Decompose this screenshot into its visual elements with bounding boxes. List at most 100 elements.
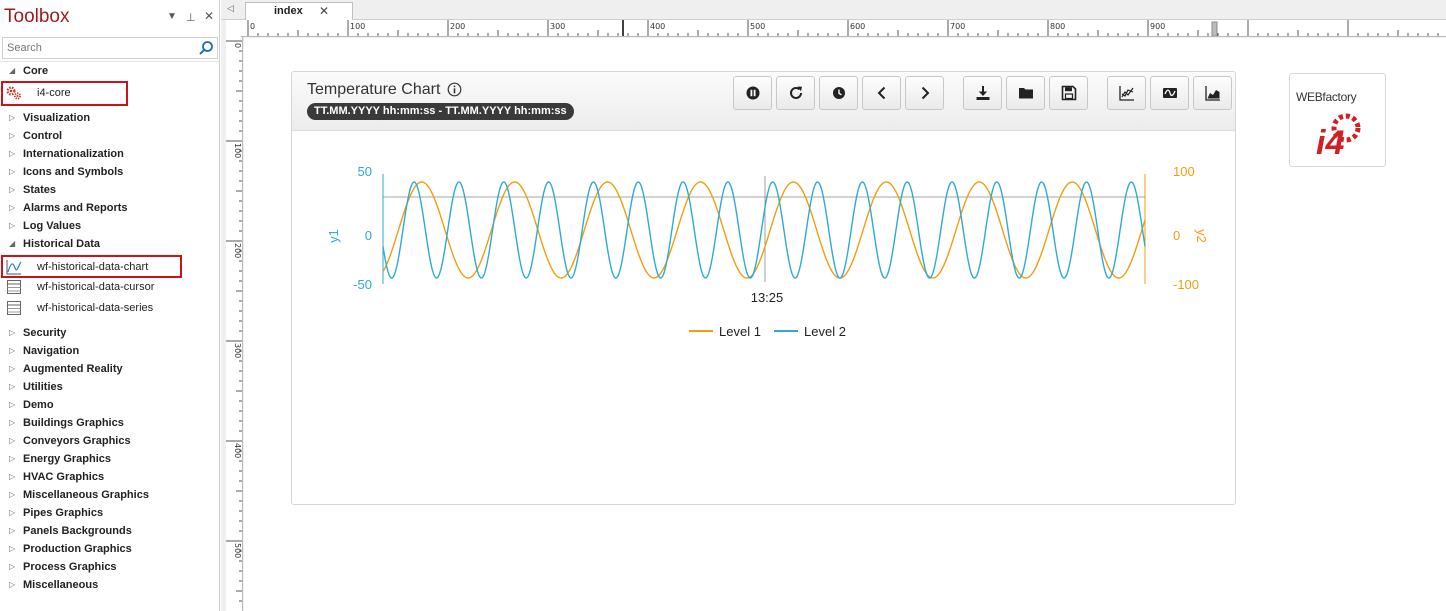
export-button[interactable]	[963, 76, 1002, 110]
collapsed-arrow-icon: ▷	[9, 203, 16, 212]
category-label: Panels Backgrounds	[23, 525, 132, 537]
ruler-label: 800	[1050, 22, 1065, 31]
pin-icon[interactable]: ⊥	[186, 11, 196, 24]
category-label: Demo	[23, 399, 54, 411]
expanded-arrow-icon: ◢	[9, 239, 16, 248]
category-navigation[interactable]: ▷ Navigation	[0, 342, 219, 360]
refresh-button[interactable]	[776, 76, 815, 110]
category-energy-graphics[interactable]: ▷ Energy Graphics	[0, 450, 219, 468]
category-label: States	[23, 184, 57, 196]
axes-button[interactable]	[1150, 76, 1189, 110]
webfactory-logo-text: WEBfactory	[1296, 90, 1357, 104]
clock-icon	[833, 87, 845, 99]
category-label: Energy Graphics	[23, 453, 112, 465]
next-button[interactable]	[905, 76, 944, 110]
category-label: Navigation	[23, 345, 80, 357]
chart-title: Temperature Chart	[307, 81, 441, 98]
historical-data-chart-widget[interactable]: Temperature Chart TT.MM.YYYY hh:mm:ss - …	[291, 71, 1236, 505]
tab-index[interactable]: index ✕	[245, 2, 353, 21]
collapsed-arrow-icon: ▷	[9, 149, 16, 158]
category-miscellaneous-graphics[interactable]: ▷ Miscellaneous Graphics	[0, 486, 219, 504]
category-historical-data[interactable]: ◢ Historical Data	[0, 235, 219, 253]
search-input[interactable]	[7, 40, 193, 56]
category-process-graphics[interactable]: ▷ Process Graphics	[0, 558, 219, 576]
category-security[interactable]: ▷ Security	[0, 324, 219, 342]
toolbox-item-historical-data-series[interactable]: wf-historical-data-series	[0, 298, 219, 318]
category-label: Utilities	[23, 381, 63, 393]
category-utilities[interactable]: ▷ Utilities	[0, 378, 219, 396]
category-buildings-graphics[interactable]: ▷ Buildings Graphics	[0, 414, 219, 432]
category-pipes-graphics[interactable]: ▷ Pipes Graphics	[0, 504, 219, 522]
collapsed-arrow-icon: ▷	[9, 113, 16, 122]
category-miscellaneous[interactable]: ▷ Miscellaneous	[0, 576, 219, 594]
ruler-label: 200	[450, 22, 465, 31]
area-chart-icon	[1205, 86, 1220, 101]
collapsed-arrow-icon: ▷	[9, 328, 16, 337]
collapsed-arrow-icon: ▷	[9, 382, 16, 391]
category-icons-and-symbols[interactable]: ▷ Icons and Symbols	[0, 163, 219, 181]
y1-tick-label: 0	[365, 228, 372, 243]
category-label: HVAC Graphics	[23, 471, 105, 483]
save-button[interactable]	[1049, 76, 1088, 110]
y2-tick-label: 0	[1173, 228, 1180, 243]
category-core[interactable]: ◢ Core	[0, 62, 219, 80]
tab-strip: ◁ index ✕	[221, 0, 1446, 21]
category-log-values[interactable]: ▷ Log Values	[0, 217, 219, 235]
close-icon[interactable]: ✕	[204, 9, 214, 23]
category-control[interactable]: ▷ Control	[0, 127, 219, 145]
previous-button[interactable]	[862, 76, 901, 110]
category-internationalization[interactable]: ▷ Internationalization	[0, 145, 219, 163]
close-icon[interactable]: ✕	[319, 4, 329, 18]
category-label: Internationalization	[23, 148, 124, 160]
chevron-left-icon[interactable]: ◁	[227, 3, 234, 14]
category-conveyors-graphics[interactable]: ▷ Conveyors Graphics	[0, 432, 219, 450]
tab-label: index	[274, 5, 303, 17]
category-production-graphics[interactable]: ▷ Production Graphics	[0, 540, 219, 558]
search-icon[interactable]	[198, 40, 214, 56]
info-icon[interactable]	[447, 82, 462, 97]
series-line-level-2	[382, 181, 1146, 279]
category-label: Augmented Reality	[23, 363, 123, 375]
collapsed-arrow-icon: ▷	[9, 364, 16, 373]
collapsed-arrow-icon: ▷	[9, 580, 16, 589]
open-button[interactable]	[1006, 76, 1045, 110]
category-label: Conveyors Graphics	[23, 435, 131, 447]
toolbox-item-historical-data-cursor[interactable]: wf-historical-data-cursor	[0, 277, 219, 297]
ruler-label: 200	[233, 243, 242, 258]
dropdown-icon[interactable]: ▼	[167, 11, 177, 22]
category-label: Miscellaneous	[23, 579, 99, 591]
item-label: wf-historical-data-series	[37, 302, 154, 314]
chevron-left-icon	[877, 86, 886, 100]
category-alarms-and-reports[interactable]: ▷ Alarms and Reports	[0, 199, 219, 217]
toolbox-title: Toolbox	[4, 6, 70, 27]
pause-button[interactable]	[733, 76, 772, 110]
statistics-button[interactable]	[1193, 76, 1232, 110]
category-augmented-reality[interactable]: ▷ Augmented Reality	[0, 360, 219, 378]
category-hvac-graphics[interactable]: ▷ HVAC Graphics	[0, 468, 219, 486]
collapsed-arrow-icon: ▷	[9, 346, 16, 355]
category-demo[interactable]: ▷ Demo	[0, 396, 219, 414]
wave-icon	[1163, 88, 1177, 98]
category-label: Miscellaneous Graphics	[23, 489, 149, 501]
collapsed-arrow-icon: ▷	[9, 167, 16, 176]
series-button[interactable]	[1107, 76, 1146, 110]
time-button[interactable]	[819, 76, 858, 110]
ruler-scroll-handle[interactable]	[1211, 21, 1218, 36]
ruler-label: 0	[233, 43, 242, 48]
toolbox-search-box	[2, 37, 218, 59]
y1-tick-label: -50	[353, 277, 372, 292]
y1-tick-label: 50	[358, 164, 372, 179]
chart-plot: 50 0 -50 100 0 -100 y1 y2 13:25 Level 1 Level 2	[326, 164, 1209, 339]
pause-icon	[746, 86, 760, 100]
legend-label[interactable]: Level 2	[804, 324, 846, 339]
collapsed-arrow-icon: ▷	[9, 544, 16, 553]
collapsed-arrow-icon: ▷	[9, 472, 16, 481]
category-visualization[interactable]: ▷ Visualization	[0, 109, 219, 127]
category-states[interactable]: ▷ States	[0, 181, 219, 199]
legend-label[interactable]: Level 1	[719, 324, 761, 339]
category-label: Alarms and Reports	[23, 202, 128, 214]
category-label: Control	[23, 130, 63, 142]
save-icon	[1061, 85, 1077, 101]
ruler-label: 400	[650, 22, 665, 31]
category-panels-backgrounds[interactable]: ▷ Panels Backgrounds	[0, 522, 219, 540]
